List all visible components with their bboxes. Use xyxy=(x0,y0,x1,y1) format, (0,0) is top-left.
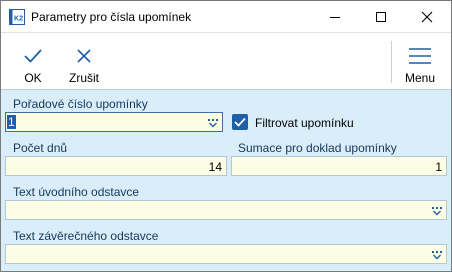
menu-label: Menu xyxy=(404,71,436,85)
hamburger-menu-icon xyxy=(408,46,432,66)
svg-text:K2: K2 xyxy=(14,16,23,23)
dialog-window: K2 Parametry pro čísla upomínek OK Zruši… xyxy=(0,0,452,272)
filter-checkbox[interactable] xyxy=(232,114,248,130)
order-number-field[interactable]: 1 xyxy=(5,112,223,132)
maximize-button[interactable] xyxy=(358,1,404,32)
menu-button[interactable]: Menu xyxy=(399,33,441,89)
day-count-value: 14 xyxy=(208,160,222,174)
cross-icon xyxy=(76,46,92,66)
minimize-icon xyxy=(330,16,340,18)
day-count-label: Počet dnů xyxy=(13,141,68,155)
cancel-button[interactable]: Zrušit xyxy=(63,33,105,89)
title-bar: K2 Parametry pro čísla upomínek xyxy=(1,1,451,32)
toolbar: OK Zrušit Menu xyxy=(1,32,451,90)
toolbar-divider xyxy=(391,41,392,83)
filter-checkbox-label: Filtrovat upomínku xyxy=(255,116,354,130)
summation-field[interactable]: 1 xyxy=(231,156,447,176)
closing-text-label: Text závěrečného odstavce xyxy=(13,229,159,243)
summation-label: Sumace pro doklad upomínky xyxy=(238,141,397,155)
day-count-field[interactable]: 14 xyxy=(5,156,227,176)
ok-button[interactable]: OK xyxy=(15,33,51,89)
cancel-label: Zrušit xyxy=(69,71,99,85)
checkbox-check-icon xyxy=(234,117,246,127)
lookup-dropdown-icon[interactable] xyxy=(207,118,219,128)
app-logo-icon: K2 xyxy=(9,9,25,25)
intro-text-label: Text úvodního odstavce xyxy=(13,185,140,199)
ok-label: OK xyxy=(24,71,42,85)
close-icon xyxy=(421,11,433,22)
close-button[interactable] xyxy=(404,1,450,32)
lookup-dropdown-icon[interactable] xyxy=(431,250,443,260)
minimize-button[interactable] xyxy=(312,1,358,32)
window-title: Parametry pro čísla upomínek xyxy=(31,10,192,24)
order-number-value: 1 xyxy=(7,115,16,129)
intro-text-field[interactable] xyxy=(5,200,447,220)
order-number-label: Pořadové číslo upomínky xyxy=(13,97,148,111)
closing-text-field[interactable] xyxy=(5,244,447,264)
summation-value: 1 xyxy=(435,160,442,174)
maximize-icon xyxy=(376,11,386,22)
lookup-dropdown-icon[interactable] xyxy=(431,206,443,216)
checkmark-icon xyxy=(23,46,43,66)
